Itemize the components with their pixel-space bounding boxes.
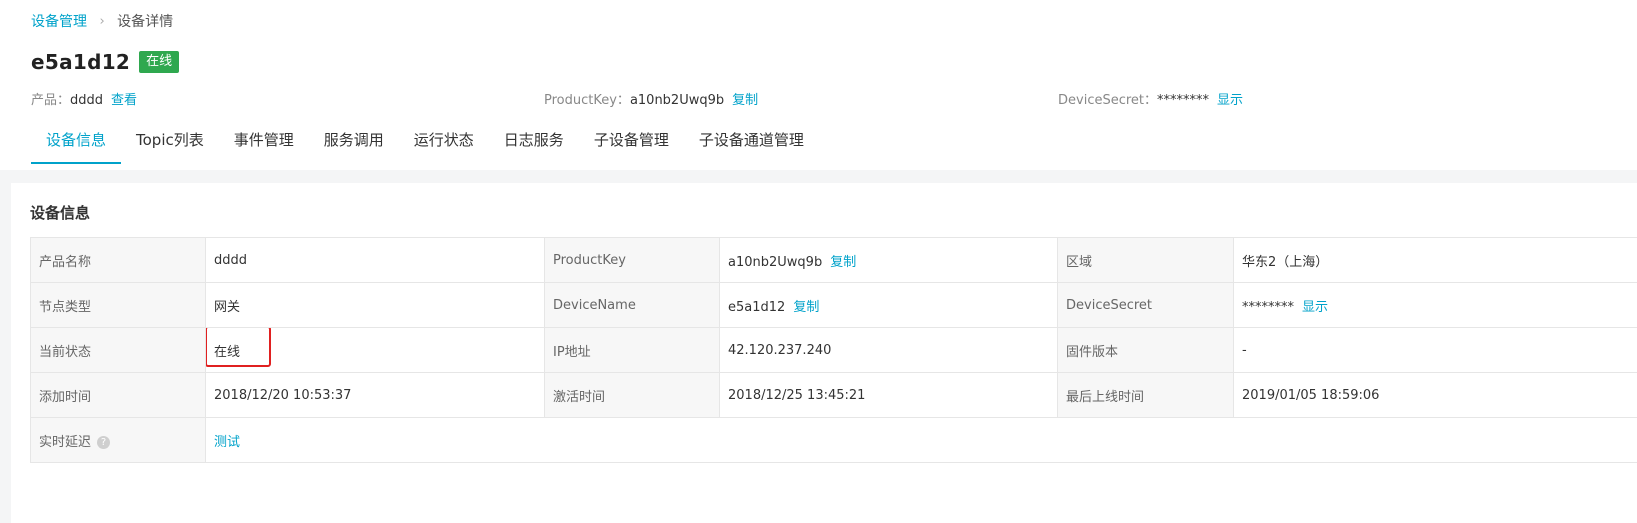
copy-devicename-button[interactable]: 复制: [793, 300, 819, 315]
chevron-right-icon: ›: [99, 14, 105, 29]
meta-productkey: ProductKey：a10nb2Uwq9b 复制: [544, 92, 758, 110]
test-delay-link[interactable]: 测试: [214, 435, 240, 450]
device-info-table: 产品名称 dddd ProductKey a10nb2Uwq9b 复制 区域 华东…: [30, 237, 1637, 463]
breadcrumb-device-management[interactable]: 设备管理: [31, 14, 87, 30]
value-devicesecret-cell: ******** 显示: [1233, 282, 1637, 328]
table-row: 产品名称 dddd ProductKey a10nb2Uwq9b 复制 区域 华东…: [30, 237, 1637, 283]
panel-title: 设备信息: [30, 204, 91, 222]
show-devicesecret-link[interactable]: 显示: [1217, 93, 1243, 108]
breadcrumb-current: 设备详情: [117, 14, 174, 30]
tab-event-management[interactable]: 事件管理: [219, 126, 309, 164]
value-region: 华东2（上海）: [1233, 237, 1637, 283]
value-devicename: e5a1d12: [728, 299, 786, 315]
label-realtime-delay: 实时延迟: [39, 434, 92, 450]
tab-device-info[interactable]: 设备信息: [31, 126, 122, 164]
value-devicesecret: ********: [1242, 299, 1294, 315]
value-current-status-cell: 在线: [205, 327, 545, 373]
product-value: dddd: [70, 93, 104, 108]
page-header: 设备管理 › 设备详情 e5a1d12 在线 产品：dddd 查看 Product…: [0, 0, 1637, 170]
value-productkey: a10nb2Uwq9b: [728, 254, 823, 270]
status-badge: 在线: [139, 51, 180, 73]
label-devicesecret: DeviceSecret: [1057, 282, 1234, 328]
label-activated-time: 激活时间: [544, 372, 720, 418]
value-devicename-cell: e5a1d12 复制: [719, 282, 1058, 328]
label-ip-address: IP地址: [544, 327, 720, 373]
value-ip-address: 42.120.237.240: [719, 327, 1058, 373]
devicesecret-value: ********: [1157, 93, 1210, 108]
copy-productkey-button[interactable]: 复制: [830, 255, 856, 270]
value-node-type: 网关: [205, 282, 545, 328]
value-added-time: 2018/12/20 10:53:37: [205, 372, 545, 418]
tab-topic-list[interactable]: Topic列表: [121, 126, 219, 164]
devicesecret-label: DeviceSecret：: [1058, 93, 1158, 108]
meta-product: 产品：dddd 查看: [31, 92, 137, 110]
tab-log-service[interactable]: 日志服务: [489, 126, 579, 164]
table-row: 当前状态 在线 IP地址 42.120.237.240 固件版本 -: [30, 327, 1637, 373]
value-product-name: dddd: [205, 237, 545, 283]
label-realtime-delay-cell: 实时延迟?: [30, 417, 206, 463]
value-productkey-cell: a10nb2Uwq9b 复制: [719, 237, 1058, 283]
device-info-panel: 设备信息 产品名称 dddd ProductKey a10nb2Uwq9b 复制 …: [11, 183, 1637, 523]
productkey-value: a10nb2Uwq9b: [629, 93, 725, 108]
question-circle-icon[interactable]: ?: [97, 435, 111, 449]
table-row: 添加时间 2018/12/20 10:53:37 激活时间 2018/12/25…: [30, 372, 1637, 418]
copy-productkey-link[interactable]: 复制: [732, 93, 758, 108]
product-label: 产品：: [31, 93, 71, 108]
meta-devicesecret: DeviceSecret：******** 显示: [1058, 92, 1243, 110]
label-added-time: 添加时间: [30, 372, 206, 418]
label-devicename: DeviceName: [544, 282, 720, 328]
table-row: 节点类型 网关 DeviceName e5a1d12 复制 DeviceSecre…: [30, 282, 1637, 328]
label-firmware-version: 固件版本: [1057, 327, 1234, 373]
title-row: e5a1d12 在线: [31, 50, 180, 74]
view-product-link[interactable]: 查看: [111, 93, 137, 108]
show-devicesecret-button[interactable]: 显示: [1302, 300, 1328, 315]
tab-sub-device-channel[interactable]: 子设备通道管理: [684, 126, 819, 164]
tab-bar: 设备信息 Topic列表 事件管理 服务调用 运行状态 日志服务 子设备管理 子…: [31, 126, 819, 164]
label-last-online-time: 最后上线时间: [1057, 372, 1234, 418]
label-productkey: ProductKey: [544, 237, 720, 283]
tab-running-status[interactable]: 运行状态: [399, 126, 489, 164]
productkey-label: ProductKey：: [544, 93, 630, 108]
page-title: e5a1d12: [31, 50, 131, 74]
breadcrumb: 设备管理 › 设备详情: [31, 12, 173, 33]
label-current-status: 当前状态: [30, 327, 206, 373]
highlight-box: [206, 328, 271, 367]
label-region: 区域: [1057, 237, 1234, 283]
value-activated-time: 2018/12/25 13:45:21: [719, 372, 1058, 418]
table-row: 实时延迟? 测试: [30, 417, 1637, 463]
label-product-name: 产品名称: [30, 237, 206, 283]
value-last-online-time: 2019/01/05 18:59:06: [1233, 372, 1637, 418]
value-firmware-version: -: [1233, 327, 1637, 373]
value-realtime-delay-cell: 测试: [205, 417, 1637, 463]
tab-sub-device-management[interactable]: 子设备管理: [579, 126, 684, 164]
label-node-type: 节点类型: [30, 282, 206, 328]
tab-service-call[interactable]: 服务调用: [309, 126, 399, 164]
